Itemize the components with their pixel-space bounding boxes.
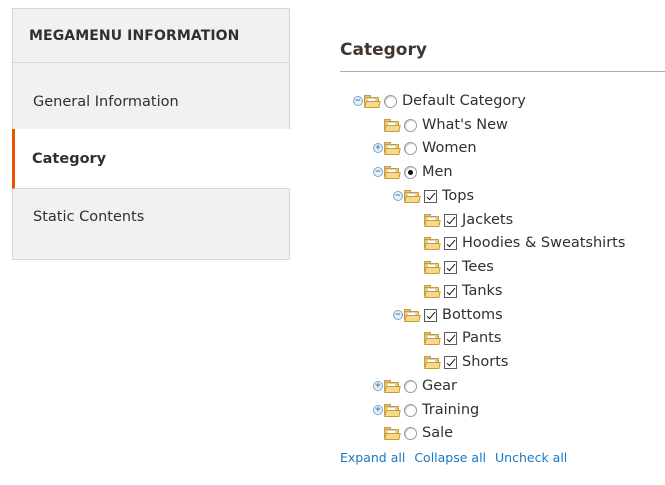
folder-icon [384,165,401,179]
tree-node[interactable]: − Bottoms [393,305,503,325]
folder-icon [384,403,401,417]
tree-node-label[interactable]: Default Category [402,93,526,109]
tabs-panel-title: MEGAMENU INFORMATION [13,9,289,63]
tree-node-label[interactable]: Tops [442,188,474,204]
category-checkbox[interactable] [444,260,457,274]
folder-icon [364,94,381,108]
category-checkbox[interactable] [444,355,457,369]
folder-icon [404,308,421,322]
category-radio[interactable] [404,118,417,132]
tree-node-label[interactable]: Women [422,140,477,156]
tree-node-label[interactable]: What's New [422,117,508,133]
folder-icon [424,331,441,345]
expand-toggle-icon[interactable]: + [373,381,383,391]
folder-icon [424,236,441,250]
tab-category[interactable]: Category [12,129,290,189]
category-radio[interactable] [404,141,417,155]
category-radio[interactable] [384,94,397,108]
tree-node[interactable]: + Gear [373,376,457,396]
folder-icon [424,213,441,227]
tree-node[interactable]: Tees [424,257,494,277]
collapse-toggle-icon[interactable]: − [393,191,403,201]
tree-node[interactable]: What's New [384,115,508,135]
folder-icon [384,118,401,132]
folder-icon [424,355,441,369]
tree-node[interactable]: + Women [373,138,477,158]
tree-actions: Expand all Collapse all Uncheck all [340,450,567,465]
tree-node[interactable]: + Training [373,400,479,420]
tree-node-label[interactable]: Gear [422,378,457,394]
tree-node[interactable]: Shorts [424,352,508,372]
tree-node-label[interactable]: Sale [422,425,453,441]
tree-node[interactable]: Pants [424,328,501,348]
category-radio[interactable] [404,403,417,417]
tree-node[interactable]: − Men [373,162,453,182]
folder-icon [384,141,401,155]
expand-toggle-icon[interactable]: + [373,405,383,415]
category-checkbox[interactable] [424,308,437,322]
category-radio[interactable] [404,379,417,393]
collapse-toggle-icon[interactable]: − [373,167,383,177]
category-checkbox[interactable] [444,236,457,250]
folder-icon [384,426,401,440]
tree-node-label[interactable]: Shorts [462,354,508,370]
tree-node[interactable]: Tanks [424,281,502,301]
collapse-all-link[interactable]: Collapse all [414,450,486,465]
folder-icon [384,379,401,393]
category-checkbox[interactable] [444,331,457,345]
category-checkbox[interactable] [444,284,457,298]
section-divider [340,71,665,72]
tree-node-label[interactable]: Tees [462,259,494,275]
expand-toggle-icon[interactable]: + [373,143,383,153]
tree-node[interactable]: − Default Category [353,91,526,111]
tree-node-label[interactable]: Hoodies & Sweatshirts [462,235,625,251]
tree-node-label[interactable]: Pants [462,330,501,346]
tree-node-label[interactable]: Training [422,402,479,418]
tree-node-label[interactable]: Men [422,164,453,180]
category-radio[interactable] [404,165,417,179]
tree-node-label[interactable]: Bottoms [442,307,503,323]
folder-icon [424,260,441,274]
category-checkbox[interactable] [424,189,437,203]
collapse-toggle-icon[interactable]: − [393,310,403,320]
category-radio[interactable] [404,426,417,440]
tree-node[interactable]: − Tops [393,186,474,206]
expand-all-link[interactable]: Expand all [340,450,405,465]
tab-static-contents[interactable]: Static Contents [13,189,289,247]
folder-icon [424,284,441,298]
tree-node[interactable]: Hoodies & Sweatshirts [424,233,625,253]
category-checkbox[interactable] [444,213,457,227]
tree-node-label[interactable]: Jackets [462,212,513,228]
megamenu-tabs-panel: MEGAMENU INFORMATION General Information… [12,8,290,260]
folder-icon [404,189,421,203]
tree-node-label[interactable]: Tanks [462,283,502,299]
tree-node[interactable]: Sale [384,423,453,443]
section-title: Category [340,40,427,60]
tree-node[interactable]: Jackets [424,210,513,230]
uncheck-all-link[interactable]: Uncheck all [495,450,567,465]
collapse-toggle-icon[interactable]: − [353,96,363,106]
tab-general-information[interactable]: General Information [13,73,289,131]
